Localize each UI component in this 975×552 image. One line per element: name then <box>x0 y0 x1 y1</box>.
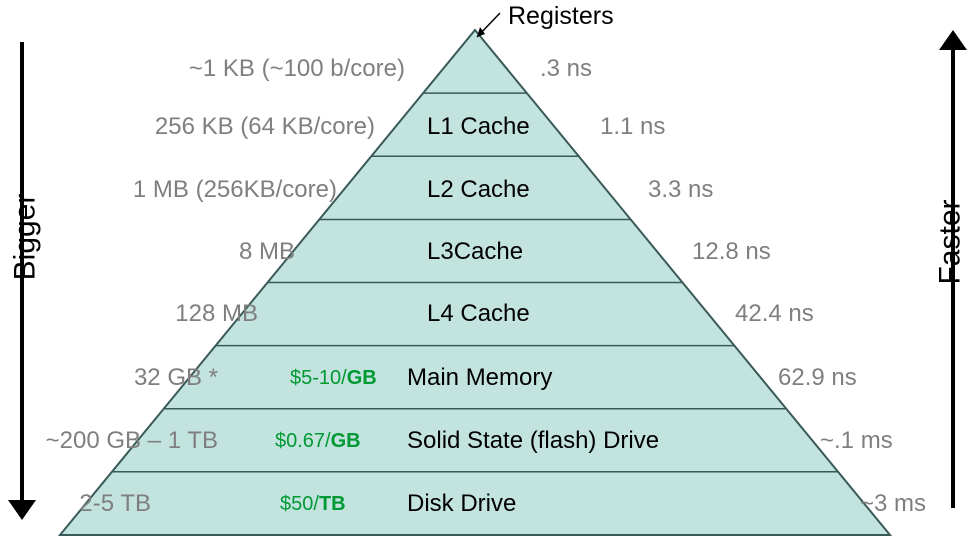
layer-size: 2-5 TB <box>79 490 151 518</box>
registers-label: Registers <box>508 2 614 31</box>
arrow-down-icon <box>8 500 36 520</box>
layer-name: L3Cache <box>427 238 523 266</box>
layer-size: ~1 KB (~100 b/core) <box>189 55 405 83</box>
layer-size: ~200 GB – 1 TB <box>46 427 218 455</box>
layer-speed: 3.3 ns <box>648 176 713 204</box>
layer-name: Solid State (flash) Drive <box>407 427 659 455</box>
layer-speed: 62.9 ns <box>778 364 857 392</box>
layer-size: 32 GB * <box>134 364 218 392</box>
layer-size: 256 KB (64 KB/core) <box>155 113 375 141</box>
layer-price: $5-10/GB <box>290 367 377 390</box>
layer-size: 1 MB (256KB/core) <box>133 176 337 204</box>
callout-arrow-icon <box>465 10 505 50</box>
arrow-up-icon <box>939 30 967 50</box>
layer-name: L2 Cache <box>427 176 530 204</box>
layer-name: Main Memory <box>407 364 552 392</box>
layer-speed: .3 ns <box>540 55 592 83</box>
layer-name: L1 Cache <box>427 113 530 141</box>
layer-size: 128 MB <box>175 300 258 328</box>
layer-price: $50/TB <box>280 493 346 516</box>
layer-size: 8 MB <box>239 238 295 266</box>
layer-price: $0.67/GB <box>275 430 361 453</box>
layer-speed: ~.1 ms <box>820 427 893 455</box>
left-axis-label: Bigger <box>8 194 42 281</box>
memory-hierarchy-diagram: Bigger Faster Registers ~1 KB (~100 b/co… <box>0 0 975 552</box>
layer-name: Disk Drive <box>407 490 516 518</box>
layer-speed: ~3 ms <box>860 490 926 518</box>
pyramid-shape <box>0 0 975 552</box>
layer-name: L4 Cache <box>427 300 530 328</box>
layer-speed: 1.1 ns <box>600 113 665 141</box>
right-axis-label: Faster <box>933 199 967 284</box>
layer-speed: 12.8 ns <box>692 238 771 266</box>
layer-speed: 42.4 ns <box>735 300 814 328</box>
